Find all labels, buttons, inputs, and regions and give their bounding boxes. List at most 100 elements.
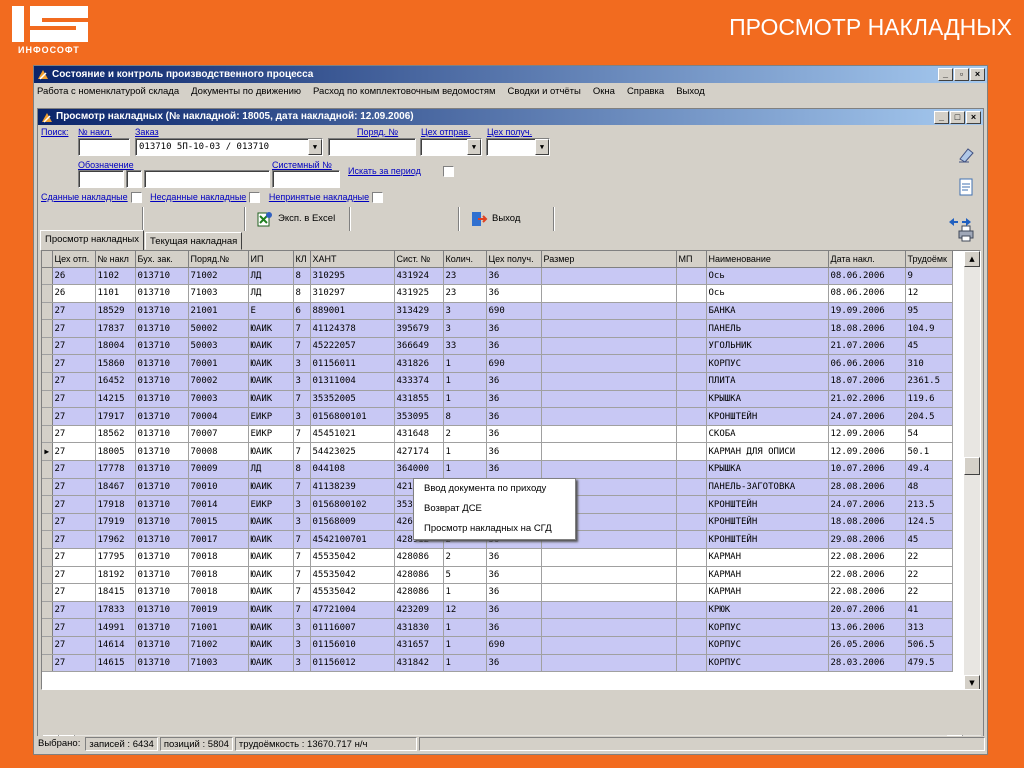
table-cell[interactable]: 7 <box>293 601 311 620</box>
table-cell[interactable]: 1 <box>443 390 487 409</box>
table-cell[interactable]: 45 <box>905 530 953 549</box>
ctx-item-view-sgd[interactable]: Просмотр накладных на СГД <box>414 519 575 539</box>
table-cell[interactable]: ПАНЕЛЬ <box>706 319 829 338</box>
table-cell[interactable]: 013710 <box>135 425 189 444</box>
table-cell[interactable]: 27 <box>52 390 96 409</box>
table-cell[interactable]: БАНКА <box>706 302 829 321</box>
table-cell[interactable]: КРЫШКА <box>706 460 829 479</box>
table-cell[interactable]: 70019 <box>188 601 249 620</box>
table-cell[interactable]: 1 <box>443 354 487 374</box>
table-cell[interactable]: 45222057 <box>310 337 395 356</box>
table-cell[interactable]: 18.08.2006 <box>828 513 906 532</box>
table-cell[interactable]: 479.5 <box>905 654 953 673</box>
table-cell[interactable] <box>541 337 677 356</box>
row-indicator[interactable] <box>42 601 53 620</box>
table-cell[interactable]: 013710 <box>135 618 189 637</box>
child-close-button[interactable]: × <box>966 111 981 124</box>
table-cell[interactable]: 431830 <box>394 618 444 637</box>
table-cell[interactable]: 27 <box>52 372 96 391</box>
nav-arrows-icon[interactable] <box>948 217 972 227</box>
table-cell[interactable]: 18005 <box>95 442 136 462</box>
table-cell[interactable]: 366649 <box>394 337 444 356</box>
table-cell[interactable]: 29.08.2006 <box>828 530 906 549</box>
table-cell[interactable]: КОРПУС <box>706 354 829 374</box>
table-cell[interactable]: 431855 <box>394 390 444 409</box>
sdannye-link[interactable]: Сданные накладные <box>41 192 128 202</box>
table-cell[interactable]: 45535042 <box>310 548 395 567</box>
table-cell[interactable]: 0156800102 <box>310 495 395 514</box>
table-cell[interactable]: 70015 <box>188 513 249 532</box>
table-cell[interactable]: 15860 <box>95 354 136 374</box>
table-cell[interactable]: 18562 <box>95 425 136 444</box>
table-cell[interactable]: 36 <box>486 618 542 637</box>
chevron-down-icon[interactable]: ▼ <box>308 139 322 155</box>
table-cell[interactable]: 36 <box>486 267 542 286</box>
table-cell[interactable]: 70017 <box>188 530 249 549</box>
table-cell[interactable] <box>676 513 707 532</box>
table-cell[interactable]: 28.03.2006 <box>828 654 906 673</box>
table-cell[interactable]: 21.02.2006 <box>828 390 906 409</box>
table-cell[interactable] <box>676 636 707 655</box>
table-cell[interactable]: 013710 <box>135 495 189 514</box>
table-cell[interactable]: 01311004 <box>310 372 395 391</box>
table-cell[interactable]: КОРПУС <box>706 618 829 637</box>
row-indicator[interactable] <box>42 495 53 514</box>
table-cell[interactable]: 17778 <box>95 460 136 479</box>
table-row[interactable]: 27 18529 013710 21001 Е 6 889001 313429 3 690 БАНК… <box>42 302 953 321</box>
table-cell[interactable]: 013710 <box>135 583 189 602</box>
table-cell[interactable]: 7 <box>293 319 311 338</box>
table-cell[interactable]: 3 <box>293 372 311 391</box>
row-indicator[interactable] <box>42 407 53 426</box>
period-checkbox[interactable] <box>443 166 454 177</box>
oboznach-input-2[interactable] <box>126 170 142 188</box>
table-cell[interactable]: 013710 <box>135 566 189 585</box>
table-cell[interactable] <box>541 284 677 303</box>
order-label[interactable]: Заказ <box>135 127 159 137</box>
table-row[interactable]: 27 17833 013710 70019 ЮАИК 7 47721004 423209 12 3… <box>42 601 953 620</box>
table-row[interactable]: ▶ 27 18005 013710 70008 ЮАИК 7 54423025 427174 1 3… <box>42 442 953 462</box>
table-cell[interactable]: 36 <box>486 601 542 620</box>
table-cell[interactable]: 18415 <box>95 583 136 602</box>
table-cell[interactable]: 70001 <box>188 354 249 374</box>
table-cell[interactable]: 013710 <box>135 302 189 321</box>
table-cell[interactable]: 54423025 <box>310 442 395 462</box>
row-indicator[interactable] <box>42 530 53 549</box>
table-cell[interactable]: КАРМАН ДЛЯ ОПИСИ <box>706 442 829 462</box>
table-cell[interactable]: ЮАИК <box>248 390 294 409</box>
table-cell[interactable]: 013710 <box>135 530 189 549</box>
table-cell[interactable] <box>676 302 707 321</box>
table-cell[interactable]: 6 <box>293 302 311 321</box>
table-cell[interactable]: Ось <box>706 267 829 286</box>
row-indicator[interactable] <box>42 478 53 497</box>
table-cell[interactable]: ЕИКР <box>248 495 294 514</box>
table-cell[interactable]: 22 <box>905 583 953 602</box>
table-cell[interactable]: 3 <box>293 495 311 514</box>
table-cell[interactable] <box>676 566 707 585</box>
table-cell[interactable]: 7 <box>293 530 311 549</box>
order-combo[interactable]: 013710 5П-10-03 / 013710 ▼ <box>135 138 323 156</box>
table-cell[interactable]: 3 <box>293 618 311 637</box>
table-cell[interactable]: 431826 <box>394 354 444 374</box>
table-cell[interactable] <box>541 566 677 585</box>
table-cell[interactable]: 3 <box>293 513 311 532</box>
table-cell[interactable] <box>676 354 707 374</box>
neprinyatye-link[interactable]: Непринятые накладные <box>269 192 369 202</box>
table-cell[interactable]: 27 <box>52 654 96 673</box>
table-cell[interactable]: 013710 <box>135 267 189 286</box>
table-cell[interactable]: 423209 <box>394 601 444 620</box>
table-cell[interactable] <box>676 478 707 497</box>
table-cell[interactable]: 1 <box>443 442 487 462</box>
table-cell[interactable]: 427174 <box>394 442 444 462</box>
table-cell[interactable]: 41124378 <box>310 319 395 338</box>
table-cell[interactable]: 48 <box>905 478 953 497</box>
table-cell[interactable] <box>676 284 707 303</box>
menu-documents[interactable]: Документы по движению <box>191 83 301 101</box>
table-cell[interactable]: 013710 <box>135 284 189 303</box>
table-cell[interactable]: 70003 <box>188 390 249 409</box>
row-indicator[interactable] <box>42 319 53 338</box>
row-indicator[interactable] <box>42 618 53 637</box>
table-cell[interactable] <box>541 425 677 444</box>
table-cell[interactable]: 7 <box>293 442 311 462</box>
table-cell[interactable]: 26.05.2006 <box>828 636 906 655</box>
table-cell[interactable]: 27 <box>52 513 96 532</box>
